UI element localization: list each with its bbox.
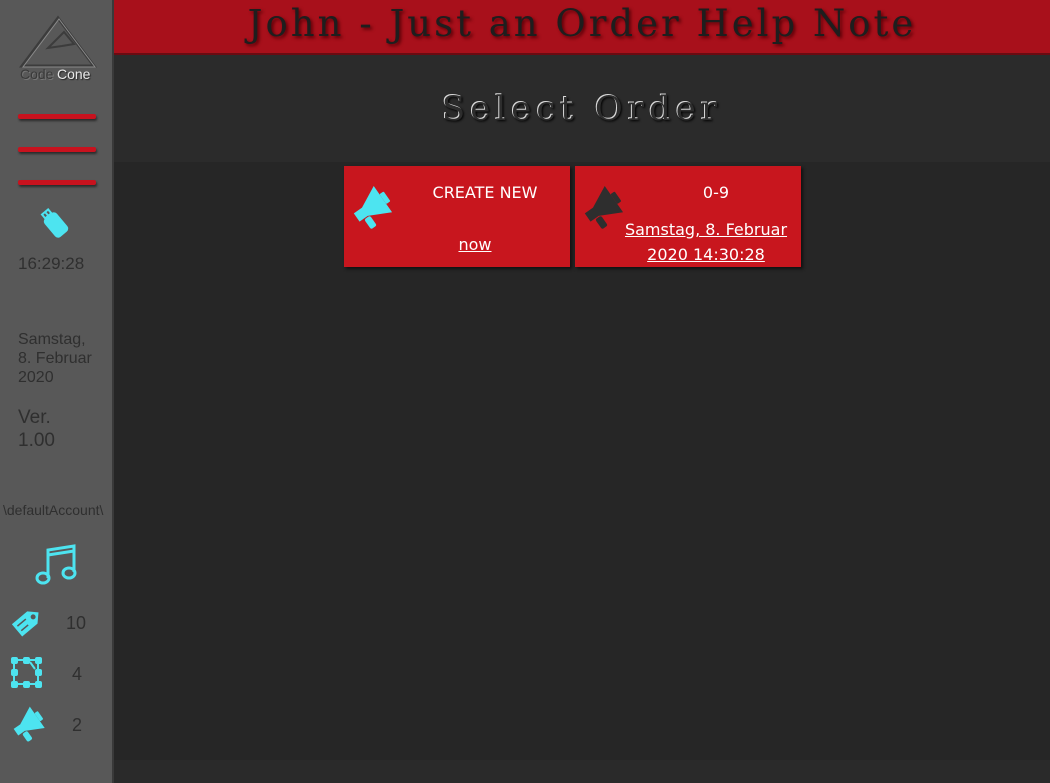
tag-count: 10 [66,613,87,633]
bottom-bar [114,760,1050,783]
version-label: Ver. [18,407,51,428]
create-new-link[interactable]: now [384,232,566,257]
card-title: 0-9 [702,183,730,202]
order-card[interactable]: 0-9 Samstag, 8. Februar 2020 14:30:28 [575,166,801,267]
sidebar-date-line2: 8. Februar [18,350,92,367]
main-area: Select Order CREATE NEW now 0-9 Samstag,… [114,55,1050,783]
menu-bar-2[interactable] [18,147,96,152]
create-new-card[interactable]: CREATE NEW now [344,166,570,267]
sidebar-time: 16:29:28 [18,254,85,273]
account-name: \defaultAccount\ [3,502,104,518]
logo-text-cone: Cone [57,66,91,82]
order-date-link-line2[interactable]: 2020 14:30:28 [615,242,797,267]
menu-bar-3[interactable] [18,180,96,185]
order-date-link-line1[interactable]: Samstag, 8. Februar [615,217,797,242]
header-bar: John - Just an Order Help Note [114,0,1050,55]
page-title: John - Just an Order Help Note [247,2,917,45]
logo-text-code: Code [20,66,54,82]
menu-bar-1[interactable] [18,114,96,119]
nodes-icon[interactable] [8,654,46,692]
megaphone-icon[interactable] [8,705,48,745]
nodes-count: 4 [72,664,83,684]
logo-text: Cone Code [20,66,90,82]
megaphone-icon [353,186,393,229]
megaphone-count: 2 [72,715,83,735]
select-order-heading: Select Order [441,89,723,129]
music-icon[interactable] [34,542,80,588]
sidebar-date-line1: Samstag, [18,331,86,348]
sidebar: Cone Code 16:29:28 Samstag, 8. Februar 2… [0,0,114,783]
title-band: Select Order [114,55,1050,162]
version-number: 1.00 [18,430,55,451]
usb-icon[interactable] [38,207,74,243]
tag-icon[interactable] [8,604,46,640]
card-title: CREATE NEW [432,183,538,202]
sidebar-date-line3: 2020 [18,369,54,386]
